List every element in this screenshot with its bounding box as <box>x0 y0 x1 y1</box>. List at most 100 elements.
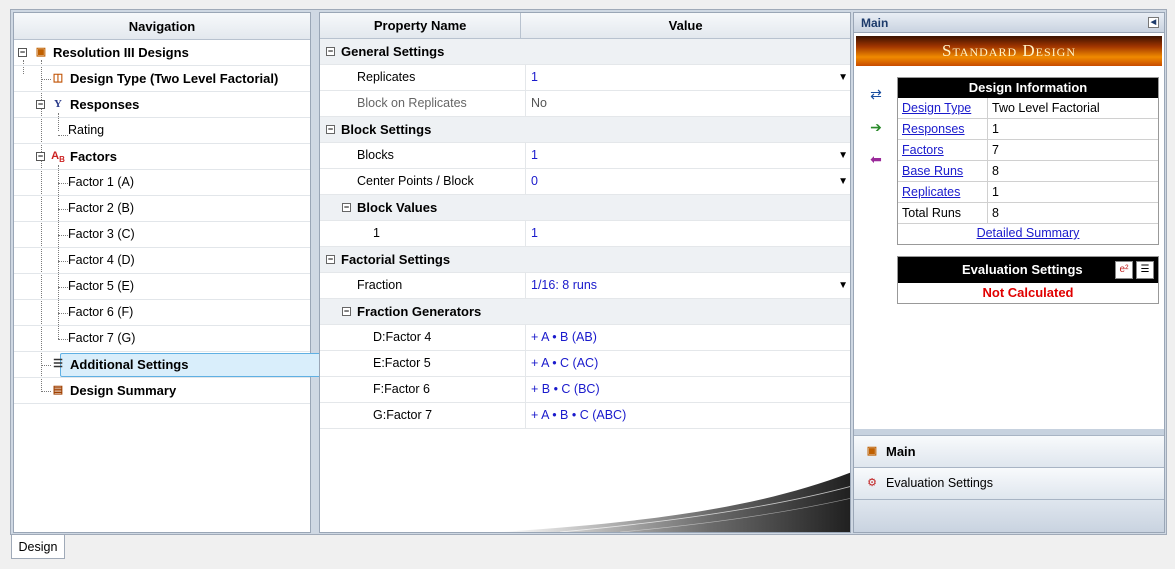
collapse-toggle-icon[interactable]: − <box>326 47 335 56</box>
total-runs-label: Total Runs <box>898 203 988 223</box>
section-fraction-generators[interactable]: − Fraction Generators <box>320 299 850 325</box>
tree-item-factor[interactable]: Factor 4 (D) <box>14 248 310 274</box>
tree-line <box>58 183 68 184</box>
tree-item-factor[interactable]: Factor 1 (A) <box>14 170 310 196</box>
tree-item-design-type[interactable]: ◫ Design Type (Two Level Factorial) <box>14 66 310 92</box>
import-icon[interactable]: ➔ <box>866 118 886 136</box>
collapse-toggle-icon[interactable]: − <box>36 152 45 161</box>
evaluation-status: Not Calculated <box>982 285 1074 300</box>
info-row-factors: Factors 7 <box>898 140 1158 161</box>
column-header-property[interactable]: Property Name <box>320 13 522 38</box>
blocks-dropdown[interactable]: 1 ▼ <box>525 143 850 168</box>
tree-item-factor[interactable]: Factor 2 (B) <box>14 196 310 222</box>
property-grid: Property Name Value − General Settings R… <box>319 12 851 533</box>
property-row-generator[interactable]: F:Factor 6 + B • C (BC) <box>320 377 850 403</box>
collapse-toggle-icon[interactable]: − <box>18 48 27 57</box>
standard-design-banner: Standard Design <box>856 36 1162 66</box>
tree-item-factor[interactable]: Factor 7 (G) <box>14 326 310 352</box>
info-row-base-runs: Base Runs 8 <box>898 161 1158 182</box>
column-header-value[interactable]: Value <box>521 13 850 38</box>
replicates-link[interactable]: Replicates <box>898 182 988 202</box>
block-on-replicates-value: No <box>525 91 850 116</box>
section-block-settings[interactable]: − Block Settings <box>320 117 850 143</box>
accordion-evaluation-settings[interactable]: ⚙ Evaluation Settings <box>854 467 1164 499</box>
tab-design[interactable]: Design <box>11 535 65 559</box>
settings-list-icon: ☰ <box>53 358 63 370</box>
accordion-main[interactable]: ▣ Main <box>854 435 1164 467</box>
factors-icon: AB <box>51 150 65 165</box>
collapse-toggle-icon[interactable]: − <box>342 307 351 316</box>
section-general-settings[interactable]: − General Settings <box>320 39 850 65</box>
property-row-block-on-replicates: Block on Replicates No <box>320 91 850 117</box>
dropdown-arrow-icon[interactable]: ▼ <box>838 273 848 298</box>
design-information-title: Design Information <box>898 78 1158 98</box>
tree-line <box>58 313 68 314</box>
navigation-panel: Navigation − ▣ Resolution III Designs ◫ … <box>13 12 321 533</box>
responses-link[interactable]: Responses <box>898 119 988 139</box>
info-row-total-runs: Total Runs 8 <box>898 203 1158 224</box>
property-row-generator[interactable]: D:Factor 4 + A • B (AB) <box>320 325 850 351</box>
evaluation-settings-title: Evaluation Settings e² ☰ <box>898 257 1158 283</box>
evaluation-calc-icon[interactable]: e² <box>1115 261 1133 279</box>
tree-item-design-summary[interactable]: ▤ Design Summary <box>14 378 310 404</box>
design-type-link[interactable]: Design Type <box>898 98 988 118</box>
property-row-block-value[interactable]: 1 1 <box>320 221 850 247</box>
generator-value[interactable]: + A • C (AC) <box>525 351 850 376</box>
section-factorial-settings[interactable]: − Factorial Settings <box>320 247 850 273</box>
section-block-values[interactable]: − Block Values <box>320 195 850 221</box>
collapse-toggle-icon[interactable]: − <box>326 255 335 264</box>
collapse-toggle-icon[interactable]: − <box>326 125 335 134</box>
property-row-generator[interactable]: G:Factor 7 + A • B • C (ABC) <box>320 403 850 429</box>
collapse-toggle-icon[interactable]: − <box>36 100 45 109</box>
replicates-dropdown[interactable]: 1 ▼ <box>525 65 850 90</box>
base-runs-link[interactable]: Base Runs <box>898 161 988 181</box>
summary-report-icon: ▤ <box>52 384 64 396</box>
design-folio-icon: ▣ <box>35 46 47 58</box>
info-row-design-type: Design Type Two Level Factorial <box>898 98 1158 119</box>
navigation-header: Navigation <box>14 13 310 40</box>
block-value-field[interactable]: 1 <box>525 221 850 246</box>
tree-line <box>58 135 68 136</box>
generator-value[interactable]: + A • B (AB) <box>525 325 850 350</box>
info-row-responses: Responses 1 <box>898 119 1158 140</box>
generator-value[interactable]: + A • B • C (ABC) <box>525 403 850 428</box>
transfer-design-icon[interactable]: ⇄ <box>866 85 886 103</box>
property-row-blocks[interactable]: Blocks 1 ▼ <box>320 143 850 169</box>
property-row-fraction[interactable]: Fraction 1/16: 8 runs ▼ <box>320 273 850 299</box>
generator-value[interactable]: + B • C (BC) <box>525 377 850 402</box>
info-row-replicates: Replicates 1 <box>898 182 1158 203</box>
evaluation-settings-icon: ⚙ <box>867 477 877 489</box>
tree-item-responses[interactable]: − Y Responses <box>14 92 310 118</box>
tree-line <box>58 339 68 340</box>
tree-item-factors[interactable]: − AB Factors <box>14 144 310 170</box>
factors-link[interactable]: Factors <box>898 140 988 160</box>
tree-line <box>58 261 68 262</box>
evaluation-list-icon[interactable]: ☰ <box>1136 261 1154 279</box>
tree-item-factor[interactable]: Factor 6 (F) <box>14 300 310 326</box>
tree-line <box>58 209 68 210</box>
accordion-footer <box>854 499 1164 532</box>
tree-item-root[interactable]: − ▣ Resolution III Designs <box>14 40 310 66</box>
panel-collapse-icon[interactable]: ◀ <box>1148 17 1159 28</box>
tree-item-factor[interactable]: Factor 3 (C) <box>14 222 310 248</box>
property-row-generator[interactable]: E:Factor 5 + A • C (AC) <box>320 351 850 377</box>
detailed-summary-link[interactable]: Detailed Summary <box>898 224 1158 244</box>
design-information-table: Design Information Design Type Two Level… <box>897 77 1159 245</box>
collapse-toggle-icon[interactable]: − <box>342 203 351 212</box>
evaluation-settings-box: Evaluation Settings e² ☰ Not Calculated <box>897 256 1159 304</box>
fraction-dropdown[interactable]: 1/16: 8 runs ▼ <box>525 273 850 298</box>
center-points-dropdown[interactable]: 0 ▼ <box>525 169 850 194</box>
tree-item-rating[interactable]: Rating <box>14 118 310 144</box>
property-row-center-points[interactable]: Center Points / Block 0 ▼ <box>320 169 850 195</box>
dropdown-arrow-icon[interactable]: ▼ <box>838 143 848 168</box>
export-icon[interactable]: ⬅ <box>866 150 886 168</box>
dropdown-arrow-icon[interactable]: ▼ <box>838 65 848 90</box>
main-panel: Main ◀ Standard Design ⇄ ➔ ⬅ Design Info… <box>853 12 1165 533</box>
property-row-replicates[interactable]: Replicates 1 ▼ <box>320 65 850 91</box>
tree-item-factor[interactable]: Factor 5 (E) <box>14 274 310 300</box>
main-folio-icon: ▣ <box>866 445 878 457</box>
tree-line <box>58 287 68 288</box>
tree-item-additional-settings[interactable]: ☰ Additional Settings <box>14 352 321 378</box>
main-panel-header: Main ◀ <box>854 13 1164 33</box>
dropdown-arrow-icon[interactable]: ▼ <box>838 169 848 194</box>
